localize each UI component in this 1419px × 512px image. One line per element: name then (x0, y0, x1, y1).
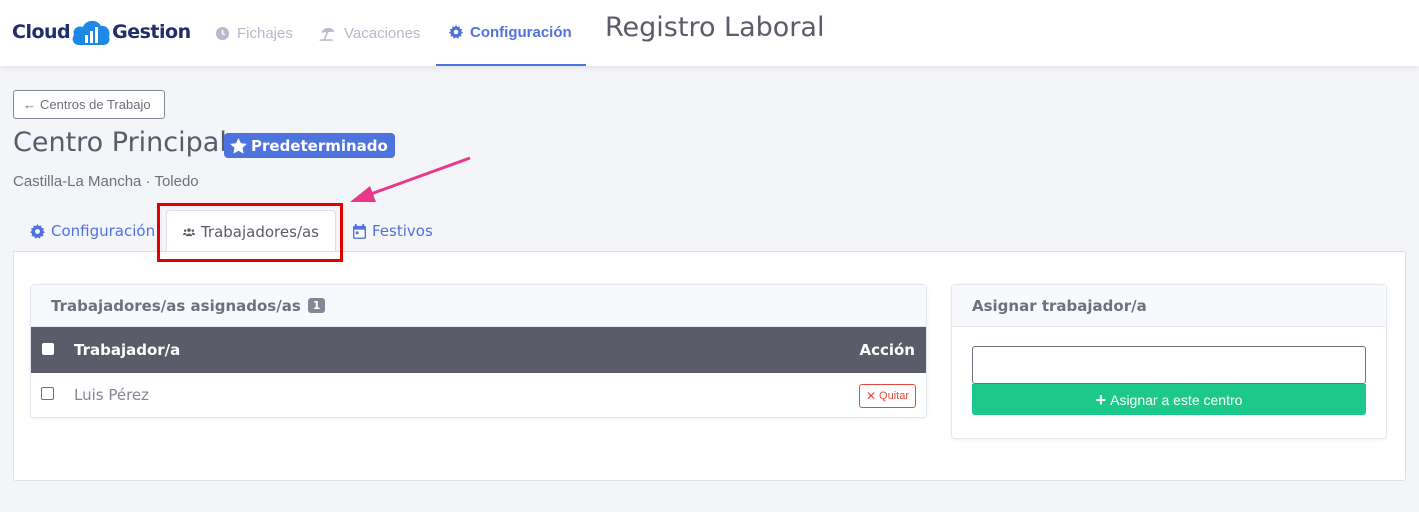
annotation-arrow-icon (350, 156, 471, 202)
assign-button-label: Asignar a este centro (1110, 391, 1243, 408)
nav-configuracion-label: Configuración (470, 23, 572, 41)
users-icon (183, 227, 195, 236)
tab-trabajadores-label: Trabajadores/as (200, 222, 319, 241)
nav-vacaciones-label: Vacaciones (344, 24, 421, 42)
nav-fichajes-label: Fichajes (237, 24, 293, 42)
select-all-checkbox[interactable] (42, 343, 54, 355)
app-title: Registro Laboral (605, 12, 825, 43)
plus-icon: + (1095, 389, 1107, 410)
assigned-workers-title: Trabajadores/as asignados/as (51, 296, 301, 315)
gear-icon (449, 25, 463, 39)
remove-button-label: Quitar (879, 390, 909, 402)
row-checkbox[interactable] (41, 387, 54, 400)
default-badge: Predeterminado (224, 133, 395, 158)
worker-select-input[interactable] (972, 346, 1366, 384)
brand-logo[interactable]: Cloud Gestion (12, 15, 191, 49)
tab-configuracion-label: Configuración (51, 222, 156, 240)
assign-worker-title: Asignar trabajador/a (952, 285, 1386, 327)
column-header-accion: Acción (859, 341, 915, 359)
tab-festivos-label: Festivos (372, 222, 433, 240)
assign-worker-card: Asignar trabajador/a + Asignar a este ce… (951, 284, 1387, 439)
assigned-count-badge: 1 (307, 298, 326, 313)
remove-worker-button[interactable]: ✕ Quitar (858, 384, 916, 408)
beach-umbrella-icon (319, 27, 335, 41)
tab-festivos[interactable]: Festivos (353, 210, 433, 252)
assigned-workers-header: Trabajadores/as asignados/as 1 (31, 285, 926, 327)
default-badge-label: Predeterminado (251, 136, 388, 155)
worker-name: Luis Pérez (74, 386, 150, 404)
brand-text-left: Cloud (12, 21, 71, 43)
tab-configuracion[interactable]: Configuración (30, 210, 155, 252)
nav-vacaciones[interactable]: Vacaciones (319, 0, 420, 66)
nav-configuracion[interactable]: Configuración (436, 0, 586, 66)
gear-icon (30, 223, 45, 239)
cloud-chart-icon (72, 20, 110, 45)
brand-text-right: Gestion (112, 21, 191, 43)
top-navbar: Cloud Gestion Fichajes Vacaciones Config… (0, 0, 1419, 66)
page-title: Centro Principal (13, 127, 227, 158)
back-button-label: Centros de Trabajo (40, 97, 151, 112)
clock-icon (215, 26, 230, 40)
column-header-trabajador: Trabajador/a (74, 341, 181, 359)
calendar-icon (353, 223, 366, 239)
star-icon (230, 137, 247, 154)
assign-to-center-button[interactable]: + Asignar a este centro (972, 384, 1366, 415)
table-header: Trabajador/a Acción (31, 327, 926, 373)
back-to-centers-button[interactable]: ← Centros de Trabajo (13, 90, 165, 119)
nav-fichajes[interactable]: Fichajes (215, 0, 293, 66)
table-row: Luis Pérez ✕ Quitar (31, 373, 926, 417)
assigned-workers-card: Trabajadores/as asignados/as 1 Trabajado… (30, 284, 927, 418)
tab-trabajadores[interactable]: Trabajadores/as (166, 210, 336, 252)
arrow-left-icon: ← (23, 97, 36, 112)
center-location: Castilla-La Mancha · Toledo (13, 173, 199, 190)
close-icon: ✕ (865, 389, 877, 403)
